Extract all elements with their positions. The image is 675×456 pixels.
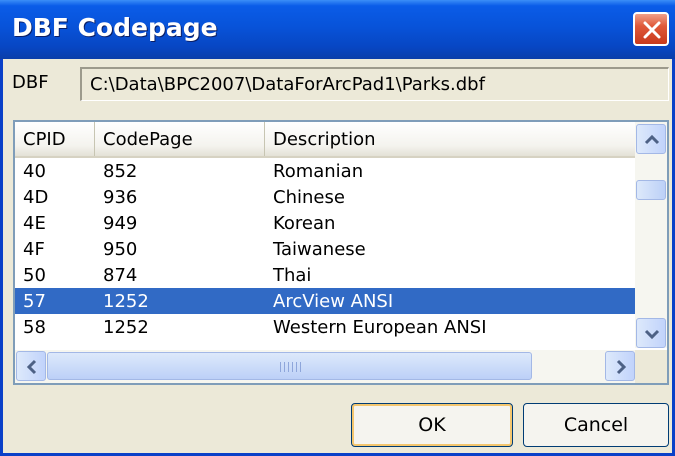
dialog-window: DBF Codepage DBF C:\Data\BPC2007\DataFor… [0, 0, 675, 456]
cell-codepage: 1252 [103, 291, 149, 312]
cell-description: ArcView ANSI [273, 291, 394, 312]
cell-cpid: 57 [23, 291, 46, 312]
cell-description: Chinese [273, 187, 345, 208]
cell-cpid: 4D [23, 187, 49, 208]
scroll-up-button[interactable] [636, 124, 666, 154]
close-button[interactable] [633, 12, 669, 46]
table-row[interactable]: 4F 950 Taiwanese [15, 236, 637, 262]
scroll-right-button[interactable] [605, 351, 635, 381]
ok-button[interactable]: OK [351, 403, 513, 447]
cell-cpid: 4F [23, 239, 45, 260]
scroll-left-arrow-icon [26, 359, 37, 375]
cell-codepage: 852 [103, 161, 138, 182]
vertical-scroll-thumb[interactable] [636, 180, 666, 200]
cell-cpid: 4E [23, 213, 46, 234]
scroll-right-arrow-icon [616, 359, 627, 375]
cell-codepage: 950 [103, 239, 138, 260]
column-header-description[interactable]: Description [265, 122, 637, 156]
table-row[interactable]: 40 852 Romanian [15, 158, 637, 184]
cell-description: Taiwanese [273, 239, 366, 260]
cell-description: Western European ANSI [273, 317, 487, 338]
codepage-grid[interactable]: CPID CodePage Description 40 852 Romania… [13, 120, 669, 385]
cell-codepage: 874 [103, 265, 138, 286]
grip-icon [280, 362, 302, 372]
cell-description: Korean [273, 213, 336, 234]
scroll-down-arrow-icon [644, 329, 660, 340]
grid-rows: 40 852 Romanian 4D 936 Chinese 4E 949 Ko… [15, 158, 637, 340]
scroll-left-button[interactable] [16, 351, 46, 381]
table-row-selected[interactable]: 57 1252 ArcView ANSI [15, 288, 637, 314]
cell-codepage: 949 [103, 213, 138, 234]
title-bar[interactable]: DBF Codepage [0, 0, 675, 59]
grid-header: CPID CodePage Description [15, 122, 637, 158]
cell-cpid: 50 [23, 265, 46, 286]
scrollbar-corner [635, 350, 667, 383]
close-icon [643, 21, 661, 39]
horizontal-scroll-thumb[interactable] [47, 352, 532, 380]
table-row[interactable]: 4E 949 Korean [15, 210, 637, 236]
column-header-codepage[interactable]: CodePage [95, 122, 265, 156]
horizontal-scrollbar[interactable] [15, 350, 637, 383]
vertical-scrollbar[interactable] [635, 122, 667, 348]
cell-codepage: 1252 [103, 317, 149, 338]
scroll-up-arrow-icon [644, 134, 660, 145]
cancel-button[interactable]: Cancel [523, 403, 669, 447]
window-title: DBF Codepage [12, 13, 218, 42]
cell-cpid: 58 [23, 317, 46, 338]
cell-description: Romanian [273, 161, 364, 182]
table-row[interactable]: 50 874 Thai [15, 262, 637, 288]
scroll-down-button[interactable] [636, 318, 666, 348]
cell-cpid: 40 [23, 161, 46, 182]
cell-description: Thai [273, 265, 312, 286]
cell-codepage: 936 [103, 187, 138, 208]
table-row[interactable]: 4D 936 Chinese [15, 184, 637, 210]
dbf-path-field: C:\Data\BPC2007\DataForArcPad1\Parks.dbf [80, 67, 669, 101]
table-row[interactable]: 58 1252 Western European ANSI [15, 314, 637, 340]
dbf-label: DBF [12, 72, 49, 93]
column-header-cpid[interactable]: CPID [15, 122, 95, 156]
